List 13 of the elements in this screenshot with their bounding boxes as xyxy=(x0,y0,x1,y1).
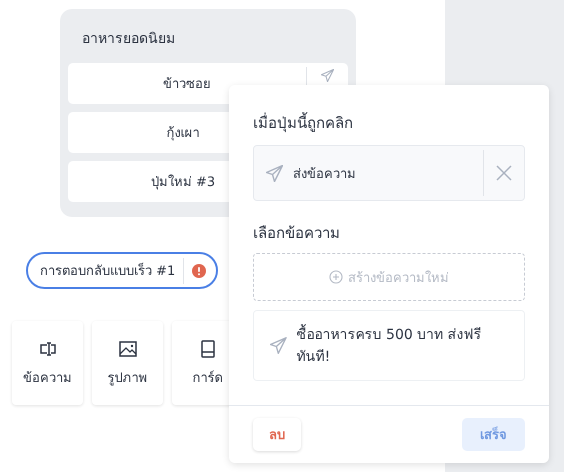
image-icon xyxy=(118,338,138,358)
card-title: อาหารยอดนิยม xyxy=(82,30,176,49)
plus-icon xyxy=(329,270,343,284)
send-icon xyxy=(270,337,287,354)
message-type-tile[interactable]: ข้อความ xyxy=(12,321,83,405)
message-type-tile[interactable]: รูปภาพ xyxy=(92,321,163,405)
send-icon xyxy=(321,69,334,82)
message-option[interactable]: ซื้ออาหารครบ 500 บาท ส่งฟรีทันที! xyxy=(253,310,525,381)
send-icon xyxy=(266,164,283,182)
quick-reply-chip[interactable]: การตอบกลับแบบเร็ว #1 xyxy=(26,252,218,289)
section-title: เลือกข้อความ xyxy=(253,223,341,244)
action-field[interactable]: ส่งข้อความ xyxy=(253,145,525,201)
close-icon[interactable] xyxy=(496,165,512,181)
